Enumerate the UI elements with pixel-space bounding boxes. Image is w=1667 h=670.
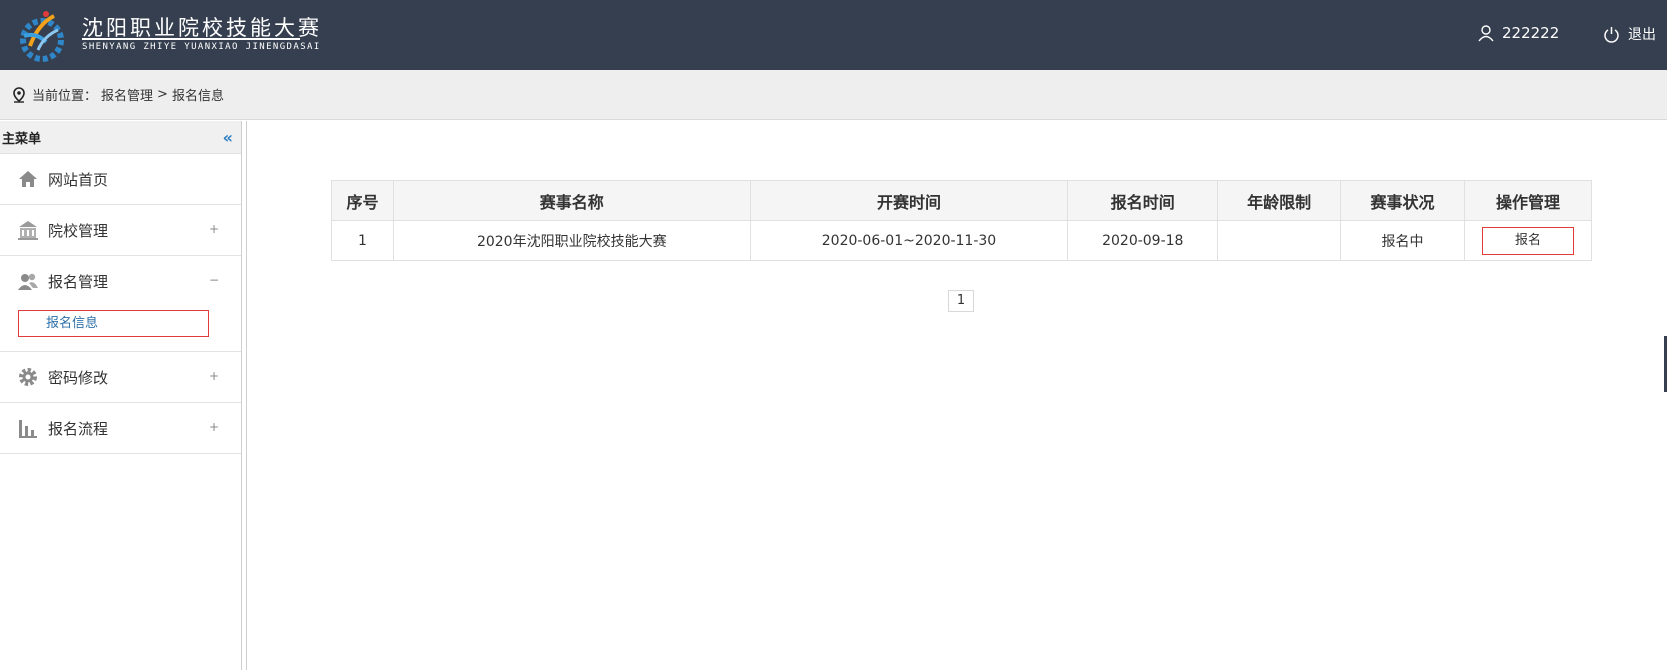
cell-period: 2020-06-01~2020-11-30 <box>749 220 1069 261</box>
sidebar-subitem-registration-info[interactable]: 报名信息 <box>18 310 209 337</box>
sidebar-item-password[interactable]: 密码修改 + <box>0 352 241 403</box>
collapse-submenu-icon: − <box>208 273 219 287</box>
expand-icon: + <box>208 369 219 383</box>
sidebar-item-school[interactable]: 院校管理 + <box>0 205 241 256</box>
expand-icon: + <box>208 222 219 236</box>
collapse-icon[interactable]: « <box>223 128 233 147</box>
logout-label: 退出 <box>1628 27 1656 43</box>
sidebar-title: 主菜单 <box>2 131 42 147</box>
cell-age-limit <box>1217 220 1342 261</box>
brand-title-en: SHENYANG ZHIYE YUANXIAO JINENGDASAI <box>82 42 321 52</box>
cell-name: 2020年沈阳职业院校技能大赛 <box>392 220 751 261</box>
column-header: 开赛时间 <box>749 180 1069 221</box>
sidebar-header: 主菜单 « <box>0 121 241 154</box>
breadcrumb-prefix: 当前位置： <box>32 89 98 104</box>
logo-icon <box>20 11 64 62</box>
cell-action: 报名 <box>1463 220 1593 261</box>
brand-divider <box>82 38 300 40</box>
column-header: 赛事名称 <box>392 180 751 221</box>
logout-button[interactable]: 退出 <box>1603 24 1656 44</box>
column-header: 报名时间 <box>1067 180 1219 221</box>
column-header: 赛事状况 <box>1340 180 1465 221</box>
column-header: 序号 <box>331 180 394 221</box>
bar-chart-icon <box>19 420 37 438</box>
location-pin-icon <box>13 86 25 103</box>
expand-icon: + <box>208 420 219 434</box>
sidebar-item-label: 网站首页 <box>48 170 109 189</box>
sidebar-item-label: 报名流程 <box>48 419 109 438</box>
breadcrumb-separator: > <box>157 87 168 102</box>
users-icon <box>18 273 38 290</box>
cell-signup-date: 2020-09-18 <box>1067 220 1219 261</box>
sidebar-item-label: 密码修改 <box>48 368 109 387</box>
signup-button[interactable]: 报名 <box>1481 226 1574 255</box>
sidebar-item-label: 院校管理 <box>48 221 109 240</box>
sidebar-item-home[interactable]: 网站首页 <box>0 154 241 205</box>
power-icon <box>1604 26 1619 43</box>
home-icon <box>19 171 37 187</box>
sidebar: 主菜单 « 网站首页 院校管理 + 报名管理 − 报名信息 密码修改 + 报名流… <box>0 121 242 670</box>
column-header: 操作管理 <box>1463 180 1593 221</box>
cell-index: 1 <box>331 220 394 261</box>
competition-table: 序号 赛事名称 开赛时间 报名时间 年龄限制 赛事状况 操作管理 1 2020年… <box>331 180 1593 261</box>
user-info[interactable]: 222222 <box>1478 24 1559 42</box>
submenu-registration: 报名信息 <box>0 307 241 352</box>
table-row: 1 2020年沈阳职业院校技能大赛 2020-06-01~2020-11-30 … <box>331 220 1593 261</box>
breadcrumb-level1[interactable]: 报名管理 <box>101 85 153 104</box>
cell-status: 报名中 <box>1340 220 1465 261</box>
top-header: 沈阳职业院校技能大赛 SHENYANG ZHIYE YUANXIAO JINEN… <box>0 0 1667 70</box>
breadcrumb-level2: 报名信息 <box>171 89 224 104</box>
sidebar-item-process[interactable]: 报名流程 + <box>0 403 241 454</box>
username: 222222 <box>1502 24 1560 42</box>
sidebar-item-label: 报名管理 <box>48 273 109 291</box>
user-icon <box>1478 24 1494 41</box>
school-icon <box>18 221 38 240</box>
table-header-row: 序号 赛事名称 开赛时间 报名时间 年龄限制 赛事状况 操作管理 <box>331 180 1593 221</box>
column-header: 年龄限制 <box>1217 180 1342 221</box>
breadcrumb: 当前位置： 报名管理 > 报名信息 <box>0 70 1667 120</box>
pagination-page-1[interactable]: 1 <box>948 290 974 312</box>
gear-icon <box>19 368 37 386</box>
sidebar-item-registration[interactable]: 报名管理 − <box>0 256 241 307</box>
